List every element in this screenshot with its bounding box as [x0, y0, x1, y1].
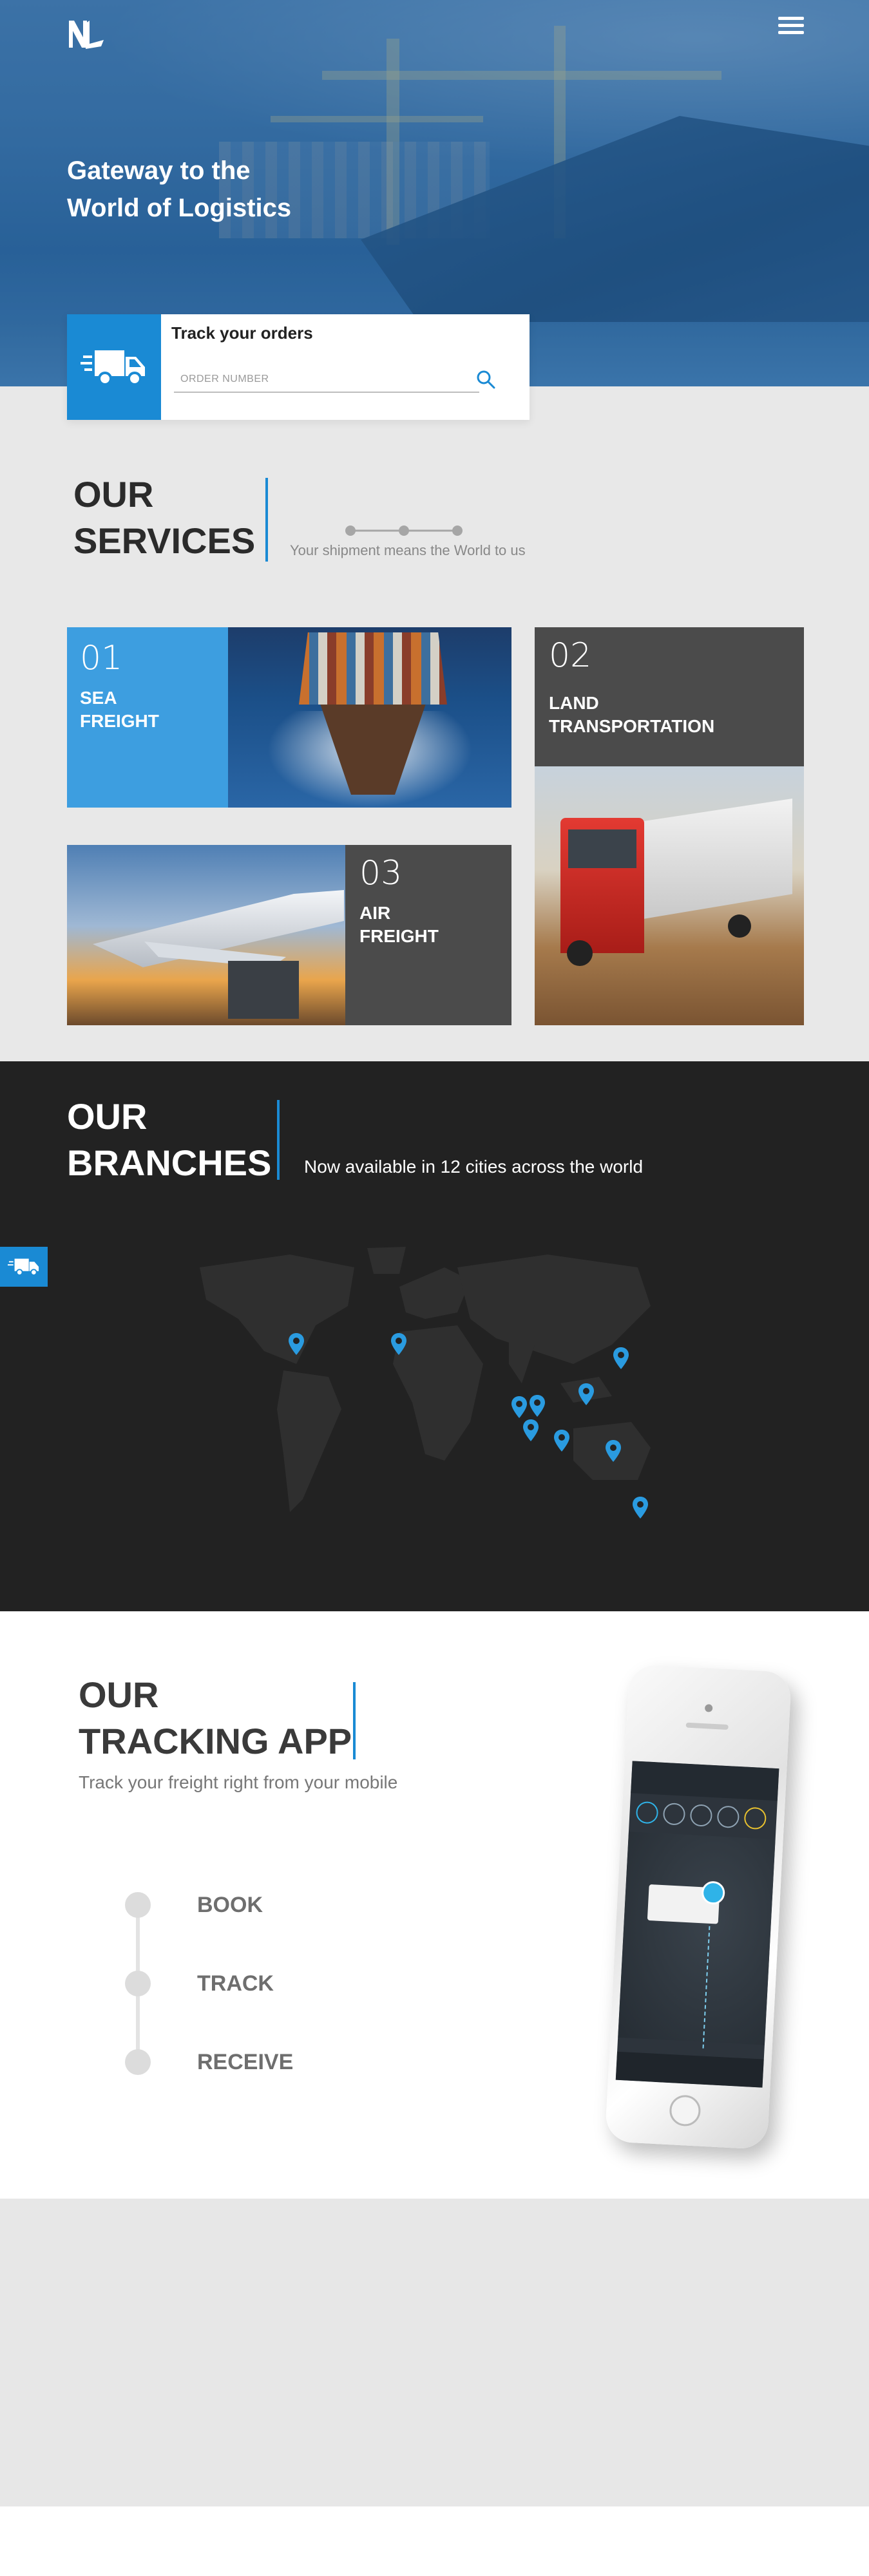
- app-subtitle: Track your freight right from your mobil…: [79, 1772, 398, 1792]
- service-card-label: SEA FREIGHT: [80, 687, 215, 733]
- phone-stat-circle: [662, 1802, 686, 1826]
- footer-section: [0, 2199, 869, 2506]
- service-card-label-line2: FREIGHT: [80, 711, 159, 731]
- service-card-label-line2: TRANSPORTATION: [549, 716, 715, 736]
- search-icon: [477, 370, 495, 388]
- app-heading: OUR TRACKING APP: [79, 1672, 352, 1765]
- service-card-label-line2: FREIGHT: [359, 926, 439, 946]
- services-dots-decoration: [345, 526, 463, 536]
- service-card-number: 03: [359, 854, 403, 893]
- step-book[interactable]: BOOK: [125, 1892, 263, 1918]
- menu-button[interactable]: [778, 17, 804, 37]
- map-pin-icon[interactable]: [511, 1396, 527, 1418]
- step-label: TRACK: [197, 1971, 274, 1996]
- side-track-tab[interactable]: [0, 1247, 48, 1287]
- hero-title-line2: World of Logistics: [67, 194, 292, 222]
- service-card-land-transportation[interactable]: 02 LAND TRANSPORTATION: [535, 627, 804, 1025]
- truck-trailer: [631, 799, 792, 921]
- service-card-label-line1: AIR: [359, 903, 391, 923]
- map-pin-icon[interactable]: [530, 1395, 545, 1417]
- phone-speaker: [685, 1722, 729, 1730]
- brand-logo[interactable]: [66, 15, 106, 52]
- hamburger-line: [778, 31, 804, 34]
- tracking-app-section: OUR TRACKING APP Track your freight righ…: [0, 1611, 869, 2199]
- map-pin-icon[interactable]: [633, 1497, 648, 1519]
- truck-wheel: [567, 940, 593, 966]
- cargo-loader: [228, 961, 299, 1019]
- map-pin-icon[interactable]: [606, 1440, 621, 1462]
- step-receive[interactable]: RECEIVE: [125, 2049, 293, 2075]
- service-card-sea-freight[interactable]: 01 SEA FREIGHT: [67, 627, 511, 808]
- delivery-truck-icon: [81, 350, 145, 386]
- map-pin-icon[interactable]: [578, 1383, 594, 1405]
- service-card-label-line1: SEA: [80, 688, 117, 708]
- branches-divider: [277, 1100, 280, 1180]
- service-card-label: LAND TRANSPORTATION: [549, 692, 790, 738]
- service-card-air-freight[interactable]: 03 AIR FREIGHT: [67, 845, 511, 1025]
- service-card-number: 01: [80, 639, 123, 677]
- map-pin-icon[interactable]: [554, 1430, 569, 1452]
- airplane-image: [67, 845, 345, 1025]
- hamburger-line: [778, 24, 804, 27]
- phone-tab-bar: [615, 2051, 764, 2088]
- tracking-widget: Track your orders: [67, 314, 530, 420]
- app-divider: [353, 1682, 356, 1759]
- services-heading-line1: OUR: [73, 474, 154, 515]
- map-pin-icon[interactable]: [613, 1347, 629, 1369]
- branches-heading-line2: BRANCHES: [67, 1142, 272, 1183]
- service-card-label-line1: LAND: [549, 693, 599, 713]
- app-heading-line2: TRACKING APP: [79, 1721, 352, 1761]
- hero-title: Gateway to the World of Logistics: [67, 152, 389, 227]
- container-ship-image: [228, 627, 511, 808]
- phone-mockup: [604, 1663, 792, 2150]
- tracking-icon-box: [67, 314, 161, 420]
- ship-containers: [299, 632, 447, 705]
- phone-stat-circle: [716, 1805, 740, 1829]
- map-pin-icon[interactable]: [391, 1333, 406, 1355]
- step-dot: [125, 1971, 151, 1996]
- branches-section: OUR BRANCHES Now available in 12 cities …: [0, 1061, 869, 1611]
- truck-wheel: [728, 914, 751, 938]
- step-track[interactable]: TRACK: [125, 1971, 274, 1996]
- order-number-input[interactable]: [174, 367, 479, 393]
- phone-screen: [615, 1761, 779, 2088]
- step-label: RECEIVE: [197, 2049, 294, 2074]
- phone-stat-circle: [635, 1801, 659, 1824]
- service-card-label: AIR FREIGHT: [359, 902, 497, 948]
- map-pin-icon[interactable]: [289, 1333, 304, 1355]
- services-divider: [265, 478, 268, 562]
- search-button[interactable]: [472, 366, 500, 394]
- map-pin-icon[interactable]: [523, 1419, 539, 1441]
- truck-image: [535, 766, 804, 1025]
- phone-camera: [704, 1704, 713, 1712]
- sea-freight-label-panel: 01 SEA FREIGHT: [67, 627, 228, 808]
- world-map: [200, 1247, 651, 1512]
- phone-home-button: [669, 2094, 702, 2127]
- land-transportation-label-panel: 02 LAND TRANSPORTATION: [535, 627, 804, 766]
- page-bottom: [0, 2506, 869, 2576]
- step-dot: [125, 2049, 151, 2075]
- world-map-continents: [200, 1247, 651, 1512]
- step-label: BOOK: [197, 1892, 263, 1917]
- services-subtitle: Your shipment means the World to us: [290, 542, 526, 558]
- branches-heading-line1: OUR: [67, 1096, 148, 1137]
- branches-subtitle: Now available in 12 cities across the wo…: [304, 1157, 644, 1177]
- app-heading-line1: OUR: [79, 1674, 159, 1715]
- phone-map-area: [618, 1832, 776, 2045]
- step-dot: [125, 1892, 151, 1918]
- services-heading: OUR SERVICES: [73, 471, 255, 564]
- hamburger-menu-icon: [778, 17, 804, 20]
- hero-title-line1: Gateway to the: [67, 156, 251, 185]
- branches-heading: OUR BRANCHES: [67, 1094, 271, 1186]
- services-section: OUR SERVICES Your shipment means the Wor…: [0, 386, 869, 1061]
- tracking-title: Track your orders: [171, 323, 313, 343]
- truck-windshield: [568, 829, 636, 868]
- service-card-number: 02: [549, 636, 592, 675]
- phone-app-stats-row: [629, 1793, 778, 1838]
- air-freight-label-panel: 03 AIR FREIGHT: [345, 845, 511, 1025]
- delivery-truck-icon: [8, 1258, 39, 1276]
- phone-stat-circle: [689, 1804, 713, 1827]
- services-heading-line2: SERVICES: [73, 520, 256, 561]
- phone-stat-circle: [743, 1806, 767, 1830]
